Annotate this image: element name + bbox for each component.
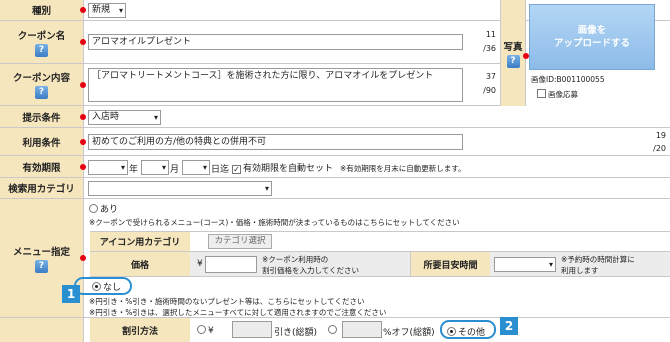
coupon-content-label-cell: クーポン内容 ? xyxy=(0,64,84,105)
duration-note: ※予約時の時間計算に 利用します xyxy=(561,255,635,275)
discount-other-label: その他 xyxy=(458,328,486,338)
image-apply-label: 画像応募 xyxy=(548,90,578,99)
checkbox-checked-icon: ✓ xyxy=(232,165,241,174)
type-select-value: 新規 xyxy=(92,5,111,15)
coupon-name-max: /36 xyxy=(483,44,496,53)
usage-row: 利用条件 初めてのご利用の方/他の特典との併用不可 19 /20 xyxy=(0,128,670,156)
menu-none-label: なし xyxy=(103,283,122,293)
radio-selected-icon xyxy=(92,282,101,291)
chevron-down-icon: ▾ xyxy=(264,184,269,193)
condition-label: 提示条件 xyxy=(0,106,84,127)
price-yen: ¥ xyxy=(197,259,203,269)
discount-yen-radio[interactable]: ¥ xyxy=(197,325,214,336)
menu-yes-note: ※クーポンで受けられるメニュー(コース)・価格・施術時間が決まっているものはこち… xyxy=(89,218,460,227)
discount-pct-input[interactable] xyxy=(342,321,382,338)
category-label: 検索用カテゴリ xyxy=(0,178,84,198)
chevron-down-icon: ▾ xyxy=(120,163,125,172)
photo-label: 写真 xyxy=(503,41,523,53)
category-select[interactable]: ▾ xyxy=(88,181,272,196)
expiry-month-select[interactable]: ▾ xyxy=(141,160,169,175)
discount-yen-off: 引き(総額) xyxy=(274,328,318,338)
expiry-day-select[interactable]: ▾ xyxy=(182,160,210,175)
help-icon[interactable]: ? xyxy=(35,259,48,273)
duration-label: 所要目安時間 xyxy=(410,252,490,277)
chevron-down-icon: ▾ xyxy=(153,113,158,122)
discount-label-spacer xyxy=(0,318,84,342)
upload-image-label: 画像を アップロードする xyxy=(553,25,630,49)
menu-row: メニュー指定 ? あり ※クーポンで受けられるメニュー(コース)・価格・施術時間… xyxy=(0,199,670,318)
expiry-day-unit: 日迄 xyxy=(211,165,230,175)
usage-input[interactable]: 初めてのご利用の方/他の特典との併用不可 xyxy=(88,134,463,150)
category-row: 検索用カテゴリ ▾ xyxy=(0,178,670,199)
menu-yes-label: あり xyxy=(100,205,119,215)
help-icon[interactable]: ? xyxy=(35,86,48,99)
coupon-content-textarea[interactable]: ［アロマトリートメントコース］を施術された方に限り、アロマオイルをプレゼント xyxy=(88,68,463,102)
discount-pct-radio[interactable] xyxy=(328,325,339,336)
expiry-month-unit: 月 xyxy=(170,165,180,175)
menu-none-radio[interactable]: なし xyxy=(92,280,121,293)
coupon-name-count: 11 xyxy=(485,30,496,39)
menu-none-note-1: ※円引き・%引き・施術時間のないプレゼント等は、こちらにセットしてください xyxy=(89,297,365,306)
discount-other-radio[interactable]: その他 xyxy=(447,325,485,338)
price-note: ※クーポン利用時の 割引価格を入力してください xyxy=(262,255,360,275)
chevron-down-icon: ▾ xyxy=(161,163,166,172)
expiry-auto-label: 有効期限を自動セット xyxy=(243,164,334,174)
usage-max: /20 xyxy=(653,144,666,153)
help-icon[interactable]: ? xyxy=(506,54,520,68)
expiry-note: ※有効期限を月末に自動更新します。 xyxy=(340,164,466,173)
category-select-button[interactable]: カテゴリ選択 xyxy=(208,234,272,249)
expiry-auto-checkbox[interactable]: ✓ 有効期限を自動セット xyxy=(232,161,333,174)
radio-icon xyxy=(328,325,337,334)
duration-select[interactable]: ▾ xyxy=(494,257,556,272)
photo-label-cell: 写真 ? xyxy=(500,0,526,106)
coupon-name-input[interactable]: アロマオイルプレゼント xyxy=(88,34,463,50)
usage-label: 利用条件 xyxy=(0,128,84,155)
expiry-year-select[interactable]: ▾ xyxy=(88,160,128,175)
image-id: 画像ID:B001100055 xyxy=(531,75,605,84)
coupon-content-max: /90 xyxy=(483,86,496,95)
step-badge-2: 2 xyxy=(500,317,518,335)
chevron-down-icon: ▾ xyxy=(548,260,553,269)
condition-row: 提示条件 入店時 ▾ xyxy=(0,106,670,128)
chevron-down-icon: ▾ xyxy=(118,6,123,15)
coupon-name-label-cell: クーポン名 ? xyxy=(0,21,84,63)
price-label: 価格 xyxy=(90,252,190,277)
radio-icon xyxy=(89,204,98,213)
chevron-down-icon: ▾ xyxy=(202,163,207,172)
type-select[interactable]: 新規 ▾ xyxy=(88,3,126,18)
coupon-content-count: 37 xyxy=(485,72,496,81)
coupon-name-row: クーポン名 ? アロマオイルプレゼント 11 /36 xyxy=(0,21,500,64)
discount-label: 割引方法 xyxy=(90,318,190,342)
checkbox-icon xyxy=(537,89,546,98)
discount-yen: ¥ xyxy=(208,326,214,336)
expiry-year-unit: 年 xyxy=(129,165,139,175)
step-badge-1: 1 xyxy=(62,285,80,303)
type-label: 種別 xyxy=(0,0,84,20)
condition-select-value: 入店時 xyxy=(92,112,120,122)
price-input[interactable] xyxy=(205,256,257,273)
coupon-content-label: クーポン内容 xyxy=(12,73,70,84)
expiry-label: 有効期限 xyxy=(0,156,84,177)
upload-image-button[interactable]: 画像を アップロードする xyxy=(529,4,655,70)
expiry-row: 有効期限 ▾ 年 ▾ 月 ▾ 日迄 ✓ 有効期限を自動セット ※有効期限を月末に自… xyxy=(0,156,670,178)
radio-selected-icon xyxy=(447,327,456,336)
icon-category-label: アイコン用カテゴリ xyxy=(90,231,190,252)
menu-none-note-2: ※円引き・%引きは、選択したメニューすべてに対して適用されますのでご注意ください xyxy=(89,308,387,317)
radio-icon xyxy=(197,325,206,334)
coupon-content-row: クーポン内容 ? ［アロマトリートメントコース］を施術された方に限り、アロマオイ… xyxy=(0,64,500,106)
discount-yen-input[interactable] xyxy=(232,321,272,338)
image-apply-checkbox[interactable]: 画像応募 xyxy=(537,89,578,100)
condition-select[interactable]: 入店時 ▾ xyxy=(88,110,161,125)
menu-label: メニュー指定 xyxy=(12,246,70,258)
discount-pct-off: %オフ(総額) xyxy=(383,328,435,338)
help-icon[interactable]: ? xyxy=(35,43,48,57)
menu-yes-radio[interactable]: あり xyxy=(89,202,118,215)
coupon-name-label: クーポン名 xyxy=(17,30,66,42)
